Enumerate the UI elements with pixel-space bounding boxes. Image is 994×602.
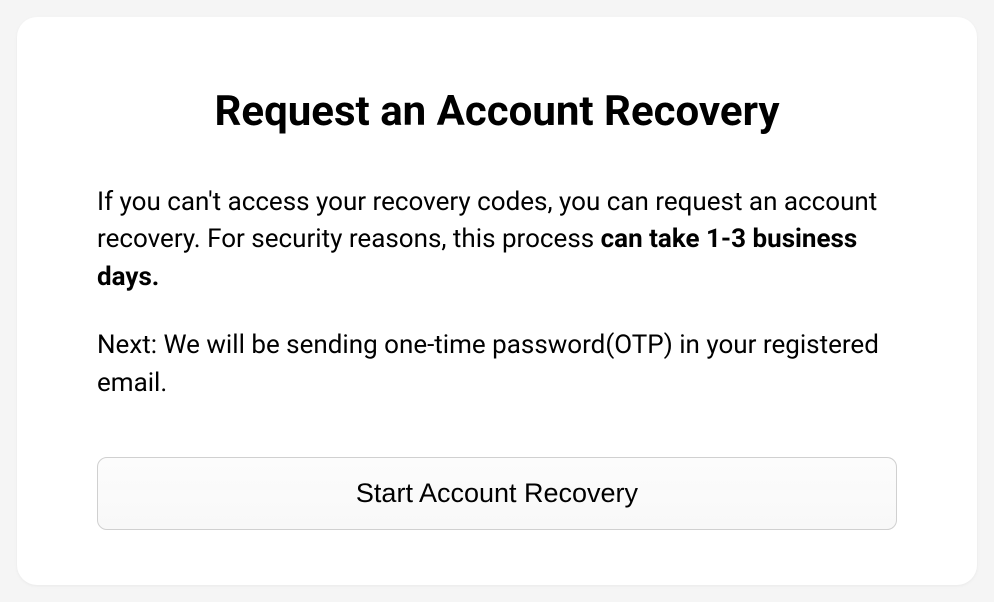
recovery-description: If you can't access your recovery codes,… xyxy=(97,184,897,297)
account-recovery-card: Request an Account Recovery If you can't… xyxy=(17,17,977,585)
start-recovery-button[interactable]: Start Account Recovery xyxy=(97,457,897,530)
page-title: Request an Account Recovery xyxy=(97,87,897,136)
next-step-info: Next: We will be sending one-time passwo… xyxy=(97,327,897,402)
